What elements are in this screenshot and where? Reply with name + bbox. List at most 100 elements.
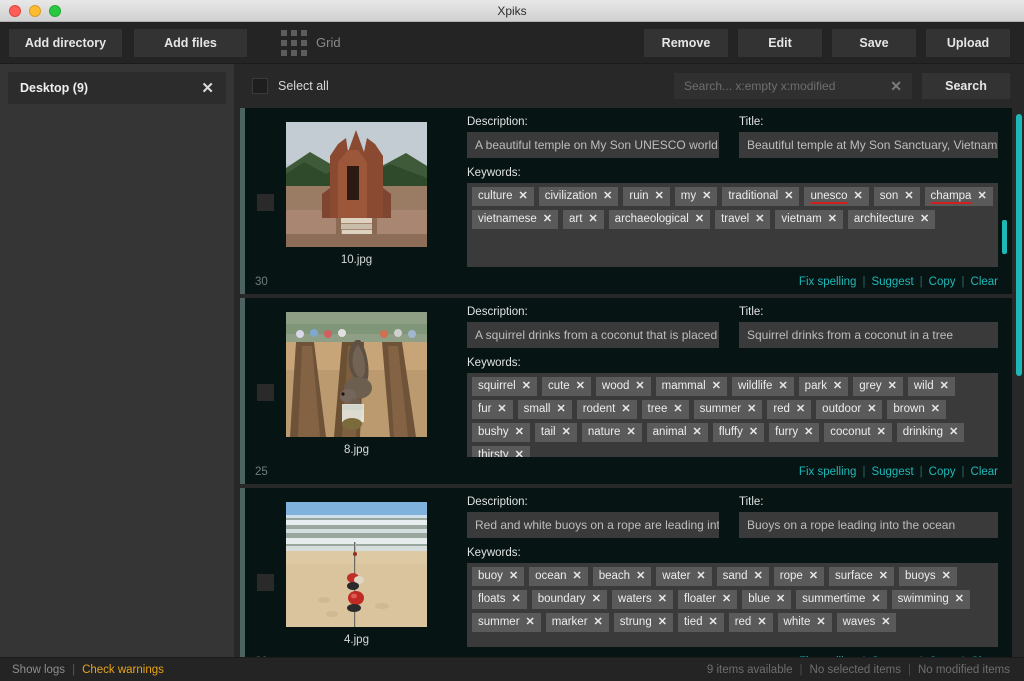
- remove-keyword-icon[interactable]: ✕: [603, 191, 612, 202]
- remove-keyword-icon[interactable]: ✕: [828, 214, 837, 225]
- artwork-card[interactable]: 8.jpg Description: A squirrel drinks fro…: [240, 298, 1012, 484]
- remove-keyword-icon[interactable]: ✕: [722, 594, 731, 605]
- keyword-tag[interactable]: summer ✕: [472, 613, 541, 632]
- keyword-tag[interactable]: outdoor ✕: [816, 400, 883, 419]
- remove-directory-icon[interactable]: ✕: [201, 81, 214, 96]
- description-input[interactable]: A beautiful temple on My Son UNESCO worl…: [467, 132, 719, 158]
- remove-keyword-icon[interactable]: ✕: [626, 427, 635, 438]
- keyword-tag[interactable]: furry ✕: [769, 423, 820, 442]
- remove-keyword-icon[interactable]: ✕: [573, 571, 582, 582]
- keyword-tag[interactable]: waters ✕: [611, 590, 673, 609]
- remove-keyword-icon[interactable]: ✕: [778, 381, 787, 392]
- remove-keyword-icon[interactable]: ✕: [515, 450, 524, 458]
- keyword-tag[interactable]: travel ✕: [715, 210, 771, 229]
- search-input[interactable]: Search... x:empty x:modified ✕: [674, 73, 912, 99]
- remove-keyword-icon[interactable]: ✕: [621, 404, 630, 415]
- add-directory-button[interactable]: Add directory: [9, 28, 122, 57]
- remove-keyword-icon[interactable]: ✕: [509, 571, 518, 582]
- keyword-tag[interactable]: waves ✕: [836, 613, 897, 632]
- clear-link[interactable]: Clear: [971, 276, 998, 288]
- remove-keyword-icon[interactable]: ✕: [949, 427, 958, 438]
- keyword-tag[interactable]: champa ✕: [924, 187, 993, 206]
- remove-keyword-icon[interactable]: ✕: [879, 571, 888, 582]
- remove-keyword-icon[interactable]: ✕: [696, 571, 705, 582]
- remove-keyword-icon[interactable]: ✕: [708, 617, 717, 628]
- remove-keyword-icon[interactable]: ✕: [576, 381, 585, 392]
- suggest-link[interactable]: Suggest: [871, 276, 913, 288]
- artwork-thumbnail[interactable]: [286, 502, 427, 627]
- remove-keyword-icon[interactable]: ✕: [920, 214, 929, 225]
- keyword-tag[interactable]: unesco ✕: [804, 187, 869, 206]
- remove-keyword-icon[interactable]: ✕: [796, 404, 805, 415]
- keyword-tag[interactable]: white ✕: [777, 613, 832, 632]
- keyword-tag[interactable]: culture ✕: [472, 187, 534, 206]
- keyword-tag[interactable]: buoys ✕: [898, 567, 957, 586]
- title-input[interactable]: Buoys on a rope leading into the ocean: [739, 512, 998, 538]
- artwork-thumbnail[interactable]: [286, 312, 427, 437]
- remove-keyword-icon[interactable]: ✕: [754, 571, 763, 582]
- remove-keyword-icon[interactable]: ✕: [867, 404, 876, 415]
- description-input[interactable]: Red and white buoys on a rope are leadin…: [467, 512, 719, 538]
- remove-keyword-icon[interactable]: ✕: [556, 404, 565, 415]
- keyword-tag[interactable]: water ✕: [656, 567, 712, 586]
- keyword-tag[interactable]: small ✕: [517, 400, 572, 419]
- remove-keyword-icon[interactable]: ✕: [655, 191, 664, 202]
- grid-view-toggle[interactable]: Grid: [281, 29, 341, 56]
- check-warnings-link[interactable]: Check warnings: [82, 664, 164, 676]
- keyword-tag[interactable]: wildlife ✕: [731, 377, 794, 396]
- keyword-tag[interactable]: wild ✕: [907, 377, 955, 396]
- clear-link[interactable]: Clear: [971, 656, 998, 657]
- remove-keyword-icon[interactable]: ✕: [522, 381, 531, 392]
- remove-keyword-icon[interactable]: ✕: [519, 191, 528, 202]
- remove-keyword-icon[interactable]: ✕: [592, 594, 601, 605]
- artwork-thumbnail[interactable]: [286, 122, 427, 247]
- remove-keyword-icon[interactable]: ✕: [543, 214, 552, 225]
- copy-link[interactable]: Copy: [929, 276, 956, 288]
- suggest-link[interactable]: Suggest: [871, 656, 913, 657]
- remove-keyword-icon[interactable]: ✕: [809, 571, 818, 582]
- keywords-input-area[interactable]: buoy ✕ ocean ✕ beach ✕ water ✕ sand ✕ ro…: [467, 563, 998, 647]
- keyword-tag[interactable]: coconut ✕: [824, 423, 892, 442]
- remove-keyword-icon[interactable]: ✕: [931, 404, 940, 415]
- remove-keyword-icon[interactable]: ✕: [804, 427, 813, 438]
- keyword-tag[interactable]: grey ✕: [853, 377, 903, 396]
- keyword-tag[interactable]: floats ✕: [472, 590, 527, 609]
- keyword-tag[interactable]: animal ✕: [646, 423, 708, 442]
- keyword-tag[interactable]: thirsty ✕: [472, 446, 530, 457]
- keyword-tag[interactable]: cute ✕: [541, 377, 591, 396]
- keyword-tag[interactable]: swimming ✕: [891, 590, 970, 609]
- copy-link[interactable]: Copy: [929, 466, 956, 478]
- remove-keyword-icon[interactable]: ✕: [904, 191, 913, 202]
- remove-keyword-icon[interactable]: ✕: [977, 191, 986, 202]
- remove-keyword-icon[interactable]: ✕: [636, 571, 645, 582]
- upload-button[interactable]: Upload: [926, 28, 1010, 57]
- remove-button[interactable]: Remove: [644, 28, 728, 57]
- fix-spelling-link[interactable]: Fix spelling: [799, 656, 857, 657]
- item-select-checkbox[interactable]: [257, 194, 274, 211]
- fix-spelling-link[interactable]: Fix spelling: [799, 276, 857, 288]
- remove-keyword-icon[interactable]: ✕: [784, 191, 793, 202]
- remove-keyword-icon[interactable]: ✕: [562, 427, 571, 438]
- description-input[interactable]: A squirrel drinks from a coconut that is…: [467, 322, 719, 348]
- keyword-tag[interactable]: floater ✕: [678, 590, 738, 609]
- keyword-tag[interactable]: vietnam ✕: [775, 210, 843, 229]
- keyword-tag[interactable]: vietnamese ✕: [472, 210, 559, 229]
- keywords-scrollbar[interactable]: [1002, 220, 1007, 254]
- fix-spelling-link[interactable]: Fix spelling: [799, 466, 857, 478]
- remove-keyword-icon[interactable]: ✕: [673, 404, 682, 415]
- keyword-tag[interactable]: blue ✕: [742, 590, 792, 609]
- keyword-tag[interactable]: buoy ✕: [472, 567, 525, 586]
- keyword-tag[interactable]: archaeological ✕: [608, 210, 711, 229]
- keyword-tag[interactable]: tail ✕: [534, 423, 577, 442]
- keyword-tag[interactable]: marker ✕: [545, 613, 609, 632]
- remove-keyword-icon[interactable]: ✕: [635, 381, 644, 392]
- remove-keyword-icon[interactable]: ✕: [854, 191, 863, 202]
- select-all-checkbox[interactable]: [252, 78, 268, 94]
- remove-keyword-icon[interactable]: ✕: [755, 214, 764, 225]
- keyword-tag[interactable]: squirrel ✕: [472, 377, 537, 396]
- remove-keyword-icon[interactable]: ✕: [776, 594, 785, 605]
- keyword-tag[interactable]: ocean ✕: [529, 567, 588, 586]
- keyword-tag[interactable]: tied ✕: [677, 613, 724, 632]
- remove-keyword-icon[interactable]: ✕: [877, 427, 886, 438]
- keyword-tag[interactable]: boundary ✕: [531, 590, 607, 609]
